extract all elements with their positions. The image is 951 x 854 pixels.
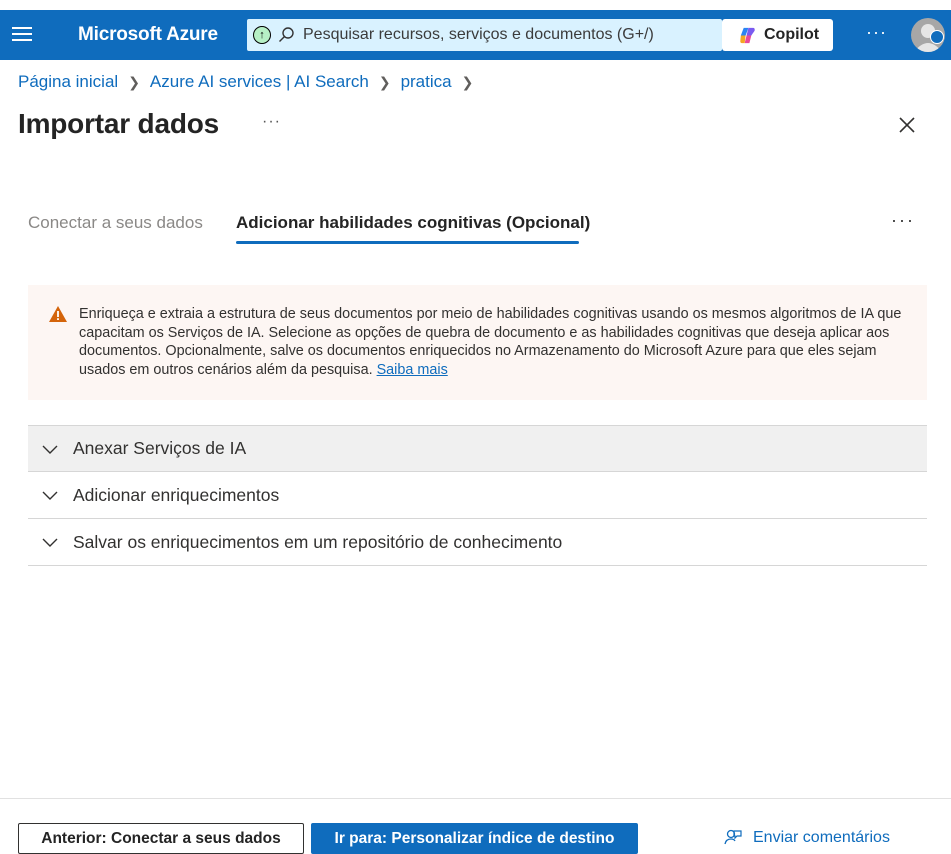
tab-cognitive-skills[interactable]: Adicionar habilidades cognitivas (Opcion… (236, 213, 590, 233)
upload-icon: ↑ (253, 26, 271, 44)
breadcrumb: Página inicial ❯ Azure AI services | AI … (18, 72, 483, 92)
warning-message: Enriqueça e extraia a estrutura de seus … (79, 306, 902, 378)
chevron-right-icon: ❯ (128, 73, 140, 90)
menu-icon[interactable] (12, 27, 32, 43)
chevron-down-icon (42, 538, 58, 547)
breadcrumb-ai-search[interactable]: Azure AI services | AI Search (150, 72, 369, 92)
chevron-right-icon: ❯ (378, 73, 391, 90)
footer-divider (0, 798, 951, 799)
chevron-down-icon (42, 491, 58, 500)
top-navigation-bar: Microsoft Azure ↑ Copilot ··· (0, 10, 951, 60)
warning-banner: Enriqueça e extraia a estrutura de seus … (28, 285, 927, 400)
tab-connect-data[interactable]: Conectar a seus dados (28, 213, 203, 233)
accordion-knowledge-store[interactable]: Salvar os enriquecimentos em um repositó… (28, 519, 927, 566)
more-options-icon[interactable]: ··· (866, 22, 887, 43)
active-tab-indicator (236, 241, 579, 244)
page-title: Importar dados (18, 108, 220, 139)
search-icon (279, 27, 294, 42)
copilot-button[interactable]: Copilot (722, 19, 833, 51)
next-button[interactable]: Ir para: Personalizar índice de destino (311, 823, 638, 854)
warning-icon (49, 306, 67, 322)
tabs-more-options-icon[interactable]: ··· (891, 210, 915, 231)
title-more-options-icon[interactable]: ··· (262, 113, 281, 131)
accordion-label: Adicionar enriquecimentos (73, 484, 280, 505)
feedback-icon (724, 829, 742, 845)
copilot-icon (740, 27, 755, 43)
accordion-label: Anexar Serviços de IA (73, 438, 247, 458)
close-icon[interactable] (897, 115, 917, 135)
search-input[interactable] (303, 23, 713, 47)
breadcrumb-home[interactable]: Página inicial (18, 72, 118, 92)
warning-text-block: Enriqueça e extraia a estrutura de seus … (79, 305, 909, 379)
learn-more-link[interactable]: Saiba mais (377, 362, 448, 378)
chevron-down-icon (42, 445, 58, 454)
previous-button[interactable]: Anterior: Conectar a seus dados (18, 823, 304, 854)
global-search-box[interactable]: ↑ (247, 19, 722, 51)
accordion-add-enrichments[interactable]: Adicionar enriquecimentos (28, 472, 927, 519)
accordion-attach-ai-services[interactable]: Anexar Serviços de IA (28, 425, 927, 472)
breadcrumb-pratica[interactable]: pratica (401, 72, 452, 92)
feedback-label: Enviar comentários (753, 829, 890, 846)
send-feedback-link[interactable]: Enviar comentários (723, 828, 890, 848)
chevron-right-icon: ❯ (461, 73, 474, 90)
copilot-label: Copilot (764, 26, 820, 43)
brand-title[interactable]: Microsoft Azure (78, 24, 218, 46)
lock-badge-icon (930, 30, 944, 44)
accordion-label: Salvar os enriquecimentos em um repositó… (73, 531, 563, 552)
